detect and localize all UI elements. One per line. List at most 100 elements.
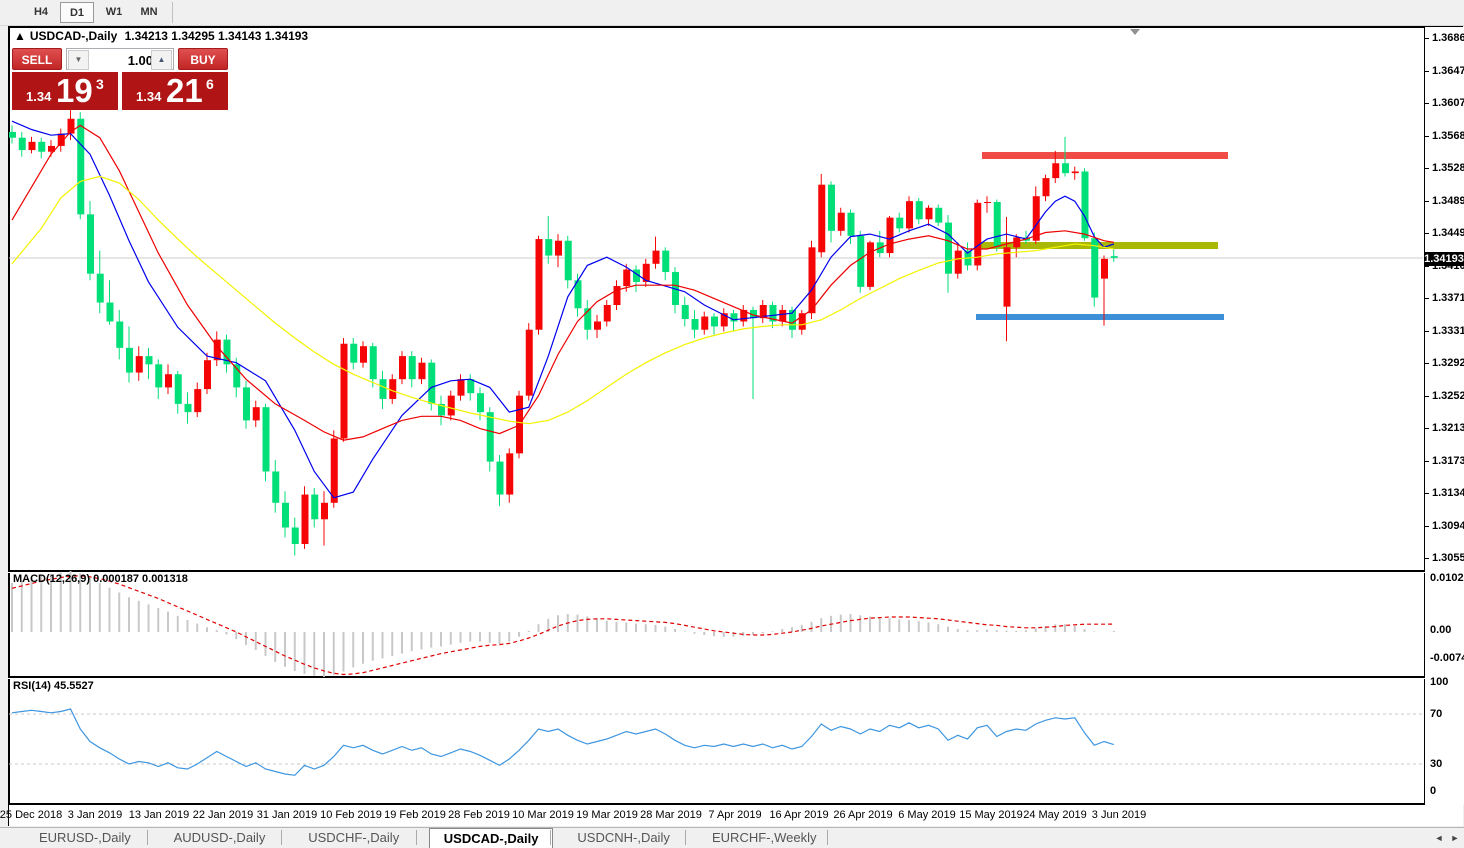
price-tick-mark <box>1425 233 1429 234</box>
chart-symbol: USDCAD-,Daily <box>30 29 117 43</box>
sell-price-big: 19 <box>56 72 93 110</box>
date-label: 7 Apr 2019 <box>708 809 761 821</box>
buy-button[interactable]: BUY <box>178 48 228 70</box>
price-tick-label: 1.32920 <box>1432 357 1464 369</box>
symbol-tab-usdcnhdaily[interactable]: USDCNH-,Daily <box>563 828 683 848</box>
buy-price-big: 21 <box>166 72 203 110</box>
one-click-trading-panel: SELL ▼ ▲ BUY 1.34 19 3 1.34 21 6 <box>12 48 228 110</box>
chart-window[interactable] <box>8 26 1463 826</box>
sell-price-prefix: 1.34 <box>26 89 51 104</box>
date-label: 25 Dec 2018 <box>0 809 62 821</box>
toolbar-separator <box>172 2 173 23</box>
price-tick-label: 1.31340 <box>1432 487 1464 499</box>
date-label: 22 Jan 2019 <box>193 809 254 821</box>
price-tick-mark <box>1425 396 1429 397</box>
timeframe-button-h4[interactable]: H4 <box>25 2 57 23</box>
collapse-icon[interactable]: ▲ <box>14 29 26 43</box>
price-tick-label: 1.35280 <box>1432 162 1464 174</box>
date-label: 26 Apr 2019 <box>833 809 892 821</box>
date-label: 13 Jan 2019 <box>129 809 190 821</box>
price-tick-label: 1.34890 <box>1432 195 1464 207</box>
sell-button[interactable]: SELL <box>12 48 62 70</box>
price-tick-label: 1.36860 <box>1432 32 1464 44</box>
sell-price-display[interactable]: 1.34 19 3 <box>12 72 118 110</box>
price-tick-label: 1.36470 <box>1432 65 1464 77</box>
price-tick-label: 1.33310 <box>1432 325 1464 337</box>
date-label: 3 Jun 2019 <box>1092 809 1146 821</box>
price-tick-mark <box>1425 298 1429 299</box>
tab-separator <box>685 830 686 845</box>
timeframe-button-w1[interactable]: W1 <box>98 2 130 23</box>
date-label: 19 Feb 2019 <box>384 809 446 821</box>
price-tick-label: 1.33710 <box>1432 292 1464 304</box>
tab-separator <box>147 830 148 845</box>
volume-increase-icon[interactable]: ▲ <box>151 50 172 70</box>
sell-price-sup: 3 <box>96 76 104 92</box>
rsi-axis-label: 100 <box>1430 676 1448 688</box>
timeframe-button-mn[interactable]: MN <box>133 2 165 23</box>
price-tick-label: 1.32520 <box>1432 390 1464 402</box>
tab-separator <box>416 830 417 845</box>
date-label: 16 Apr 2019 <box>769 809 828 821</box>
rsi-axis-label: 30 <box>1430 758 1442 770</box>
date-axis[interactable]: 25 Dec 20183 Jan 201913 Jan 201922 Jan 2… <box>9 805 1424 826</box>
price-tick-mark <box>1425 71 1429 72</box>
volume-input[interactable] <box>89 49 155 71</box>
chart-title: ▲ USDCAD-,Daily 1.34213 1.34295 1.34143 1… <box>14 29 312 43</box>
price-tick-label: 1.35680 <box>1432 130 1464 142</box>
symbol-tab-audusddaily[interactable]: AUDUSD-,Daily <box>160 828 280 848</box>
price-tick-mark <box>1425 493 1429 494</box>
volume-decrease-icon[interactable]: ▼ <box>68 50 89 70</box>
buy-price-display[interactable]: 1.34 21 6 <box>122 72 228 110</box>
date-label: 10 Feb 2019 <box>320 809 382 821</box>
date-label: 31 Jan 2019 <box>257 809 318 821</box>
price-tick-mark <box>1425 201 1429 202</box>
price-tick-label: 1.31730 <box>1432 455 1464 467</box>
date-label: 3 Jan 2019 <box>68 809 122 821</box>
price-tick-label: 1.30940 <box>1432 520 1464 532</box>
macd-panel-separator[interactable] <box>8 570 1464 573</box>
price-tick-mark <box>1425 331 1429 332</box>
tab-separator <box>281 830 282 845</box>
date-label: 28 Feb 2019 <box>448 809 510 821</box>
timeframe-toolbar: H4D1W1MN <box>0 0 1464 26</box>
tab-separator <box>550 830 551 845</box>
symbol-tab-usdcaddaily[interactable]: USDCAD-,Daily <box>429 828 554 848</box>
date-label: 10 Mar 2019 <box>512 809 574 821</box>
price-tick-mark <box>1425 428 1429 429</box>
price-tick-mark <box>1425 363 1429 364</box>
timeframe-button-d1[interactable]: D1 <box>60 2 94 23</box>
rsi-panel-separator[interactable] <box>8 676 1464 679</box>
price-tick-mark <box>1425 526 1429 527</box>
price-tick-label: 1.34490 <box>1432 227 1464 239</box>
volume-stepper: ▼ ▲ <box>66 48 174 70</box>
chart-ohlc-values: 1.34213 1.34295 1.34143 1.34193 <box>125 29 309 43</box>
price-axis[interactable]: 1.368601.364701.360701.356801.352801.348… <box>1425 27 1464 805</box>
date-label: 19 Mar 2019 <box>576 809 638 821</box>
macd-axis-min: -0.007477 <box>1430 652 1464 664</box>
rsi-axis-label: 70 <box>1430 708 1442 720</box>
price-tick-mark <box>1425 461 1429 462</box>
price-tick-label: 1.32130 <box>1432 422 1464 434</box>
current-price-tag: 1.34193 <box>1424 252 1464 266</box>
rsi-axis-label: 0 <box>1430 785 1436 797</box>
buy-price-sup: 6 <box>206 76 214 92</box>
macd-axis-max: 0.010229 <box>1430 572 1464 584</box>
price-tick-mark <box>1425 168 1429 169</box>
price-tick-mark <box>1425 103 1429 104</box>
symbol-tab-eurchfweekly[interactable]: EURCHF-,Weekly <box>698 828 831 848</box>
symbol-tab-usdchfdaily[interactable]: USDCHF-,Daily <box>294 828 413 848</box>
date-label: 15 May 2019 <box>959 809 1023 821</box>
symbol-tab-bar: EURUSD-,Daily AUDUSD-,Daily USDCHF-,Daily U… <box>0 827 1464 848</box>
price-tick-mark <box>1425 136 1429 137</box>
date-label: 24 May 2019 <box>1023 809 1087 821</box>
tab-scroll-left-icon[interactable]: ◄ <box>1432 831 1446 845</box>
price-tick-mark <box>1425 558 1429 559</box>
symbol-tab-eurusddaily[interactable]: EURUSD-,Daily <box>25 828 145 848</box>
rsi-label: RSI(14) 45.5527 <box>13 680 94 692</box>
buy-price-prefix: 1.34 <box>136 89 161 104</box>
tab-separator <box>827 830 828 845</box>
tab-scroll-right-icon[interactable]: ► <box>1448 831 1462 845</box>
mt4-window: H4D1W1MN ▲ USDCAD-,Daily 1.34213 1.34295 … <box>0 0 1464 848</box>
price-tick-label: 1.30550 <box>1432 552 1464 564</box>
